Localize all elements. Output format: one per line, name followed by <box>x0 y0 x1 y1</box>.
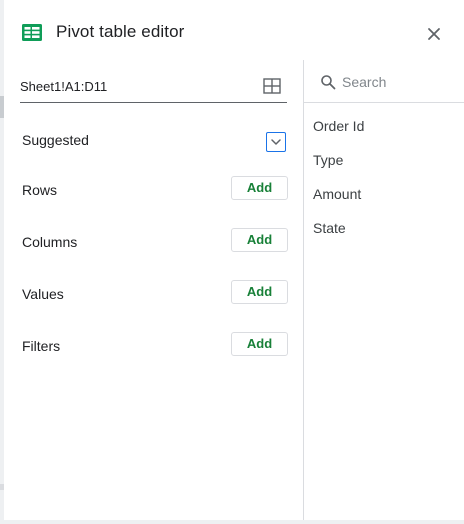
section-label-filters: Filters <box>22 338 61 354</box>
data-range-field[interactable]: Sheet1!A1:D11 <box>20 70 287 103</box>
section-label-rows: Rows <box>22 182 58 198</box>
close-icon[interactable] <box>424 24 444 44</box>
editor-config-column: Sheet1!A1:D11 Suggested Rows Add Columns… <box>4 60 303 520</box>
field-search <box>304 60 464 103</box>
data-range-value: Sheet1!A1:D11 <box>20 79 108 94</box>
section-label-columns: Columns <box>22 234 78 250</box>
section-label-values: Values <box>22 286 64 302</box>
field-item-state[interactable]: State <box>313 220 346 236</box>
field-item-order-id[interactable]: Order Id <box>313 118 364 134</box>
sheet-edge <box>0 520 464 524</box>
add-columns-button[interactable]: Add <box>231 228 288 252</box>
chevron-down-icon <box>271 139 281 145</box>
search-icon <box>321 75 336 90</box>
select-range-grid-icon[interactable] <box>263 78 281 94</box>
add-filters-button[interactable]: Add <box>231 332 288 356</box>
pivot-editor-panel: Pivot table editor Sheet1!A1:D11 Suggest… <box>4 0 464 520</box>
add-rows-button[interactable]: Add <box>231 176 288 200</box>
field-list-column: Order Id Type Amount State <box>303 60 464 520</box>
section-label-suggested: Suggested <box>22 132 89 148</box>
field-item-amount[interactable]: Amount <box>313 186 361 202</box>
suggested-toggle[interactable] <box>266 132 286 152</box>
add-values-button[interactable]: Add <box>231 280 288 304</box>
sheets-icon <box>22 24 42 41</box>
field-search-input[interactable] <box>342 70 460 94</box>
field-item-type[interactable]: Type <box>313 152 343 168</box>
panel-title: Pivot table editor <box>56 22 185 41</box>
editor-header: Pivot table editor <box>4 0 464 60</box>
